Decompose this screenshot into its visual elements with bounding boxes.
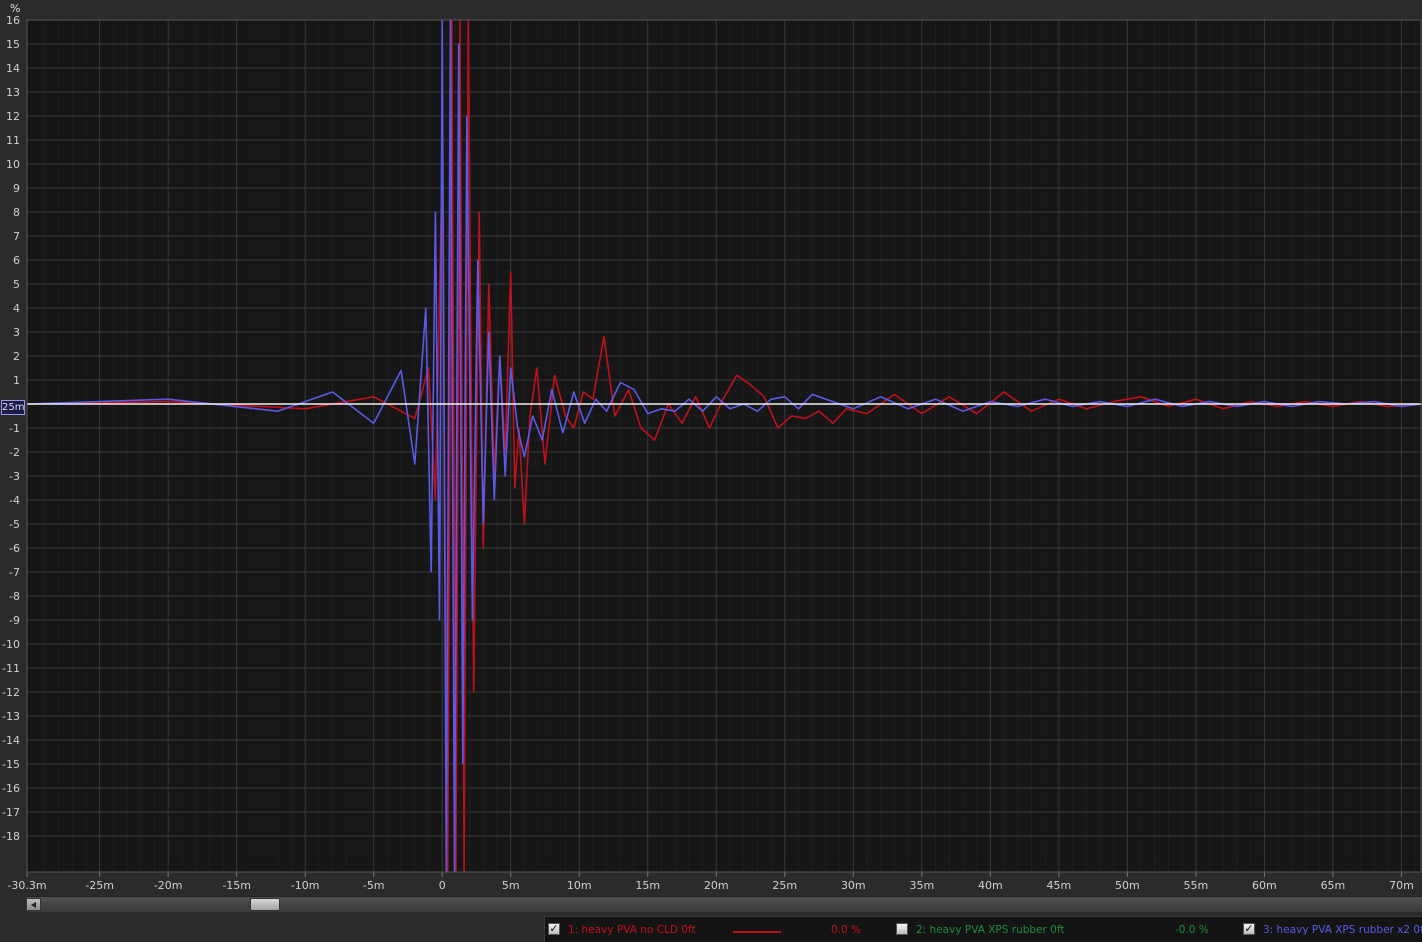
legend-item-3: ✓ 3: heavy PVA XPS rubber x2 0ft	[1242, 917, 1422, 942]
y-tick-label: -12	[2, 686, 20, 699]
y-tick-label: 6	[13, 254, 20, 267]
y-tick-label: 1	[13, 374, 20, 387]
y-tick-label: -11	[2, 662, 20, 675]
y-tick-label: -4	[9, 494, 20, 507]
y-tick-label: -18	[2, 830, 20, 843]
y-tick-label: 13	[6, 86, 20, 99]
y-tick-label: 4	[13, 302, 20, 315]
legend-value-2: -0.0 %	[1175, 924, 1209, 936]
y-tick-label: -6	[9, 542, 20, 555]
x-tick-label: 0	[439, 879, 446, 892]
legend-label-2: 2: heavy PVA XPS rubber 0ft	[916, 924, 1065, 936]
y-tick-label: -3	[9, 470, 20, 483]
legend-item-2: 2: heavy PVA XPS rubber 0ft -0.0 %	[895, 917, 1235, 942]
legend-line-swatch-1	[733, 931, 781, 933]
cursor-readout[interactable]: 25m	[1, 400, 25, 415]
y-tick-label: -9	[9, 614, 20, 627]
x-tick-label: -30.3m	[7, 879, 46, 892]
y-tick-label: 12	[6, 110, 20, 123]
y-tick-label: 5	[13, 278, 20, 291]
x-tick-label: 25m	[772, 879, 797, 892]
y-tick-label: -8	[9, 590, 20, 603]
scroll-left-arrow-icon[interactable]	[26, 898, 41, 911]
legend-bar: ✓ 1: heavy PVA no CLD 0ft 0.0 % 2: heavy…	[544, 916, 1422, 942]
y-tick-label: -13	[2, 710, 20, 723]
y-tick-label: 2	[13, 350, 20, 363]
y-tick-label: 10	[6, 158, 20, 171]
x-tick-label: 65m	[1321, 879, 1346, 892]
x-tick-label: -10m	[291, 879, 320, 892]
y-tick-label: -14	[2, 734, 20, 747]
impulse-chart[interactable]: 16 15 14 13 12 11 10 9 8 7 6 5 4 3 2 1 -1 -2 -3 -4 -5 -6 -7 -8 -…	[0, 0, 1422, 896]
x-tick-label: -5m	[363, 879, 385, 892]
x-tick-label: 20m	[704, 879, 729, 892]
scroll-thumb[interactable]	[250, 898, 280, 911]
chart-canvas[interactable]: 16 15 14 13 12 11 10 9 8 7 6 5 4 3 2 1 -1 -2 -3 -4 -5 -6 -7 -8 -…	[0, 0, 1422, 896]
y-axis-unit: %	[10, 2, 21, 15]
x-tick-label: 60m	[1252, 879, 1277, 892]
y-tick-label: -1	[9, 422, 20, 435]
x-tick-label: 45m	[1047, 879, 1072, 892]
legend-checkbox-1[interactable]: ✓	[548, 923, 560, 935]
x-tick-label: 5m	[502, 879, 520, 892]
legend-label-3: 3: heavy PVA XPS rubber x2 0ft	[1263, 924, 1422, 936]
y-tick-label: -16	[2, 782, 20, 795]
x-tick-label: 40m	[978, 879, 1003, 892]
x-tick-label: 35m	[909, 879, 934, 892]
x-tick-label: -20m	[154, 879, 183, 892]
y-tick-label: 7	[13, 230, 20, 243]
horizontal-scrollbar[interactable]	[26, 896, 1422, 912]
legend-value-1: 0.0 %	[831, 924, 862, 936]
y-tick-label: -5	[9, 518, 20, 531]
y-tick-label: -15	[2, 758, 20, 771]
y-tick-label: -7	[9, 566, 20, 579]
x-tick-label: 70m	[1389, 879, 1414, 892]
legend-label-1: 1: heavy PVA no CLD 0ft	[568, 924, 696, 936]
x-tick-label: -15m	[222, 879, 251, 892]
legend-item-1: ✓ 1: heavy PVA no CLD 0ft 0.0 %	[545, 917, 885, 942]
x-tick-label: 55m	[1184, 879, 1209, 892]
y-tick-label: 15	[6, 38, 20, 51]
y-tick-label: -10	[2, 638, 20, 651]
x-tick-label: 15m	[635, 879, 660, 892]
y-tick-label: 3	[13, 326, 20, 339]
x-tick-label: 30m	[841, 879, 866, 892]
y-tick-label: 14	[6, 62, 20, 75]
y-tick-label: 11	[6, 134, 20, 147]
x-tick-label: 10m	[567, 879, 592, 892]
y-tick-label: 9	[13, 182, 20, 195]
legend-checkbox-3[interactable]: ✓	[1243, 923, 1255, 935]
y-tick-label: 8	[13, 206, 20, 219]
y-tick-label: -2	[9, 446, 20, 459]
y-tick-label: 16	[6, 14, 20, 27]
y-tick-label: -17	[2, 806, 20, 819]
legend-checkbox-2[interactable]	[896, 923, 908, 935]
x-tick-label: 50m	[1115, 879, 1140, 892]
x-tick-label: -25m	[85, 879, 114, 892]
